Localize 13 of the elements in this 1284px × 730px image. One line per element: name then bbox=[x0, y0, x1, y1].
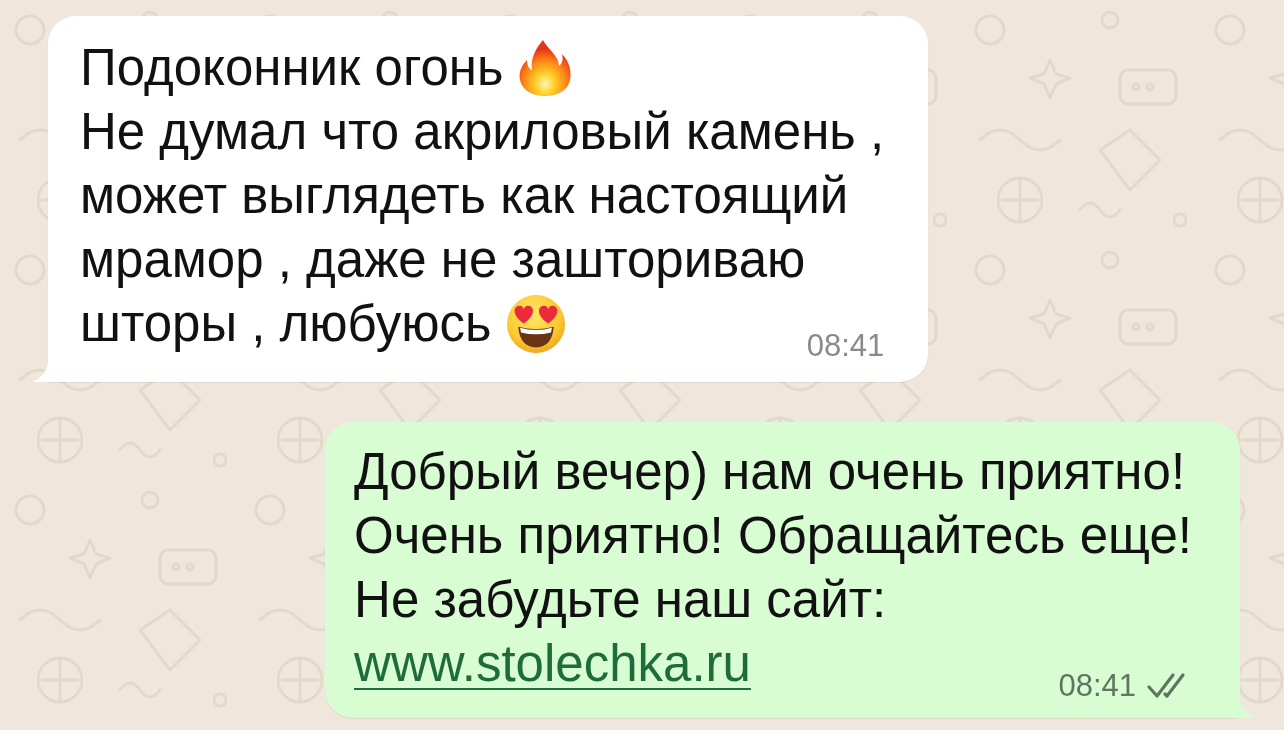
message-time: 08:41 bbox=[1058, 667, 1136, 705]
message-text: Очень приятно! Обращайтесь еще! bbox=[354, 506, 1192, 566]
message-text: Не думал что акриловый камень , bbox=[80, 102, 885, 162]
message-text: мрамор , даже не зашториваю bbox=[80, 230, 806, 290]
heart-eyes-emoji-icon bbox=[505, 294, 566, 354]
message-text: Подоконник огонь bbox=[80, 38, 504, 98]
website-link[interactable]: www.stolechka.ru bbox=[354, 632, 751, 696]
fire-emoji-icon bbox=[517, 40, 572, 96]
message-time: 08:41 bbox=[806, 327, 885, 365]
message-text: Добрый вечер) нам очень приятно! bbox=[354, 442, 1186, 502]
message-text: Не забудьте наш сайт: bbox=[354, 570, 887, 630]
message-text: может выглядеть как настоящий bbox=[80, 166, 849, 226]
message-text: шторы , любуюсь bbox=[80, 294, 492, 354]
